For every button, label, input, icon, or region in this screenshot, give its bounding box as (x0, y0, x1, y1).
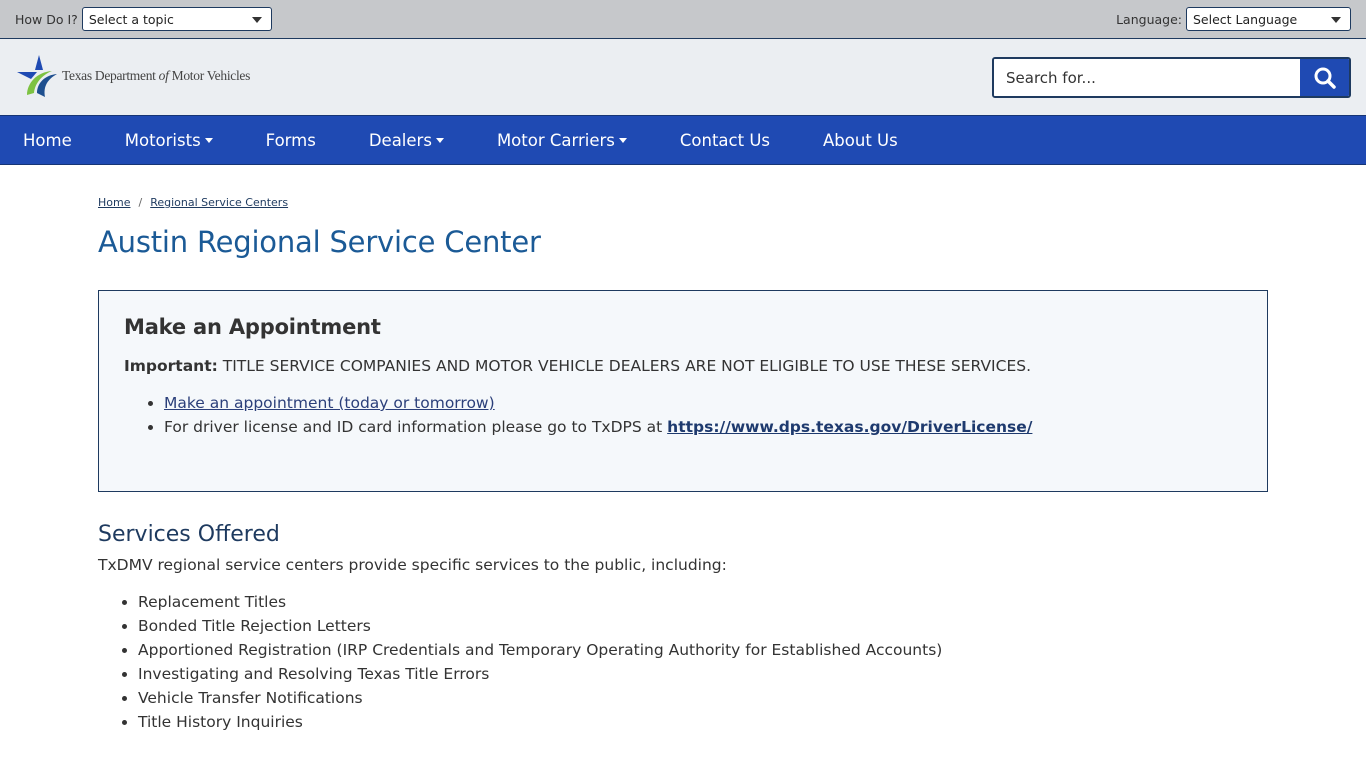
search-icon (1314, 67, 1336, 89)
nav-item-motorists[interactable]: Motorists (125, 131, 213, 150)
list-item: For driver license and ID card informati… (164, 415, 1242, 439)
appointment-list: Make an appointment (today or tomorrow) … (164, 391, 1242, 439)
nav-item-forms[interactable]: Forms (266, 131, 316, 150)
breadcrumb-home[interactable]: Home (98, 196, 130, 209)
important-text: TITLE SERVICE COMPANIES AND MOTOR VEHICL… (217, 357, 1032, 375)
list-item: Title History Inquiries (138, 710, 1268, 734)
main-nav: Home Motorists Forms Dealers Motor Carri… (0, 115, 1366, 165)
list-item: Bonded Title Rejection Letters (138, 614, 1268, 638)
list-item: Replacement Titles (138, 590, 1268, 614)
make-appointment-link[interactable]: Make an appointment (today or tomorrow) (164, 394, 495, 412)
caret-down-icon (618, 137, 627, 143)
nav-item-home[interactable]: Home (23, 131, 72, 150)
services-intro: TxDMV regional service centers provide s… (98, 556, 727, 574)
important-notice: Important: TITLE SERVICE COMPANIES AND M… (124, 357, 1242, 375)
logo-text-part: Texas Department (62, 68, 159, 83)
breadcrumb: Home / Regional Service Centers (98, 196, 1268, 209)
nav-label: About Us (823, 130, 898, 150)
list-item: Make an appointment (today or tomorrow) (164, 391, 1242, 415)
list-item: Apportioned Registration (IRP Credential… (138, 638, 1268, 662)
chevron-down-icon (1331, 17, 1341, 23)
logo-text: Texas Department of Motor Vehicles (62, 68, 250, 84)
topic-select-value: Select a topic (88, 11, 174, 27)
list-item: Investigating and Resolving Texas Title … (138, 662, 1268, 686)
language-group: Language: Select Language (1116, 7, 1351, 31)
topic-select[interactable]: Select a topic (81, 7, 272, 31)
caret-down-icon (204, 137, 213, 143)
appointment-box: Make an Appointment Important: TITLE SER… (98, 290, 1268, 492)
nav-label: Forms (265, 130, 316, 150)
language-select[interactable]: Select Language (1186, 7, 1351, 31)
important-label: Important: (124, 357, 218, 375)
search-form (992, 57, 1351, 98)
how-do-i-group: How Do I? Select a topic (15, 7, 272, 31)
dps-link[interactable]: https://www.dps.texas.gov/DriverLicense/ (667, 418, 1032, 436)
chevron-down-icon (251, 17, 262, 23)
utility-bar: How Do I? Select a topic Language: Selec… (0, 0, 1366, 39)
nav-item-about-us[interactable]: About Us (823, 131, 898, 150)
nav-item-motor-carriers[interactable]: Motor Carriers (497, 131, 627, 150)
nav-label: Contact Us (679, 130, 771, 150)
services-list: Replacement Titles Bonded Title Rejectio… (138, 590, 1268, 734)
site-header: Texas Department of Motor Vehicles (0, 39, 1366, 115)
list-item: Vehicle Transfer Notifications (138, 686, 1268, 710)
appointment-title: Make an Appointment (124, 315, 381, 339)
logo-text-part: Motor Vehicles (168, 68, 251, 83)
language-select-value: Select Language (1193, 11, 1298, 27)
breadcrumb-regional-service-centers[interactable]: Regional Service Centers (150, 196, 288, 209)
txdmv-logo[interactable]: Texas Department of Motor Vehicles (15, 53, 250, 99)
nav-item-dealers[interactable]: Dealers (369, 131, 444, 150)
star-logo-icon (17, 55, 57, 97)
services-title: Services Offered (98, 522, 280, 547)
main-content: Home / Regional Service Centers Austin R… (0, 196, 1366, 734)
how-do-i-label: How Do I? (15, 11, 78, 27)
page-title: Austin Regional Service Center (98, 225, 541, 259)
nav-label: Motorists (124, 130, 201, 150)
dps-text: For driver license and ID card informati… (164, 418, 668, 436)
nav-item-contact-us[interactable]: Contact Us (680, 131, 770, 150)
breadcrumb-separator: / (138, 196, 143, 209)
nav-label: Motor Carriers (496, 130, 615, 150)
search-button[interactable] (1300, 59, 1349, 96)
nav-label: Dealers (368, 130, 432, 150)
nav-label: Home (23, 130, 72, 150)
search-input[interactable] (994, 59, 1300, 96)
caret-down-icon (435, 137, 444, 143)
language-label: Language: (1116, 11, 1182, 27)
logo-text-of: of (158, 68, 169, 83)
